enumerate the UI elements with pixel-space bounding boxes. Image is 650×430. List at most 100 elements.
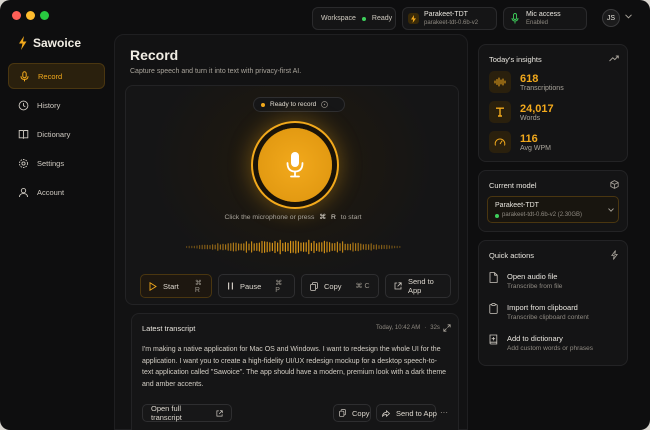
status-dot	[361, 16, 366, 21]
waveform-icon	[489, 71, 511, 93]
waveform-bar	[219, 244, 221, 250]
waveform-bar	[329, 242, 331, 252]
record-panel: Record Capture speech and turn it into t…	[114, 34, 468, 430]
sidebar-item-label: Dictionary	[37, 129, 71, 139]
quick-action-title: Add to dictionary	[507, 334, 563, 343]
pause-shortcut: ⌘ P	[275, 279, 283, 294]
sidebar-item-history[interactable]: History	[8, 92, 105, 118]
chevron-down-icon	[608, 208, 614, 212]
quick-action-title: Open audio file	[507, 272, 558, 281]
quick-action-add-dictionary[interactable]: Add to dictionary Add custom words or phr…	[489, 334, 593, 352]
sidebar-item-settings[interactable]: Settings	[8, 150, 105, 176]
waveform-bar	[238, 243, 240, 251]
waveform-bar	[245, 241, 247, 253]
ready-status-text: Ready to record	[270, 101, 317, 108]
transcript-heading: Latest transcript	[142, 324, 196, 333]
waveform-bar	[256, 242, 258, 251]
waveform-bar	[258, 242, 260, 252]
hint-key-cmd: ⌘	[319, 214, 327, 221]
waveform-bar	[399, 245, 401, 248]
waveform-bar	[323, 240, 325, 254]
insight-words: 24,017 Words	[489, 101, 554, 123]
waveform-bar	[336, 241, 338, 253]
start-button[interactable]: Start ⌘ R	[140, 274, 212, 298]
history-icon	[18, 100, 29, 111]
avatar-initials: JS	[606, 14, 616, 22]
play-icon	[149, 281, 157, 291]
app-name: Sawoice	[33, 36, 82, 50]
waveform-bar	[349, 243, 351, 251]
waveform-bar	[303, 242, 305, 252]
quick-action-open-file[interactable]: Open audio file Transcribe from file	[489, 272, 562, 290]
app-window: Workspace Ready Parakeet-TDT parakeet-td…	[0, 0, 650, 430]
transcript-meta: Today, 10:42 AM · 32s	[376, 325, 440, 331]
external-link-icon	[216, 409, 223, 417]
waveform-bar	[284, 242, 286, 252]
minimize-window-button[interactable]	[26, 11, 35, 20]
chevron-down-icon[interactable]	[625, 14, 632, 19]
quick-action-title: Import from clipboard	[507, 303, 578, 312]
waveform-bar	[277, 242, 279, 252]
transcript-copy-button[interactable]: Copy	[333, 404, 371, 422]
open-full-transcript-button[interactable]: Open full transcript	[142, 404, 232, 422]
waveform-bar	[297, 241, 299, 253]
workspace-status-pill[interactable]: Workspace Ready	[312, 7, 396, 30]
model-select-detail: parakeet-tdt-0.6b-v2 (2.30GB)	[502, 212, 583, 218]
waveform-bar	[339, 243, 341, 251]
sidebar-item-label: Record	[38, 71, 63, 81]
sidebar-item-dictionary[interactable]: Dictionary	[8, 121, 105, 147]
waveform-bar	[381, 244, 383, 250]
waveform-bar	[269, 242, 271, 252]
hint-text-end: to start	[340, 214, 362, 221]
app-brand: Sawoice	[18, 36, 81, 50]
waveform-bar	[326, 241, 328, 253]
waveform-bar	[225, 244, 227, 250]
copy-button[interactable]: Copy ⌘ C	[301, 274, 379, 298]
waveform-bar	[334, 243, 336, 251]
words-value: 24,017	[520, 102, 554, 115]
close-window-button[interactable]	[12, 11, 21, 20]
mic-access-pill[interactable]: Mic access Enabled	[503, 7, 587, 30]
workspace-label: Workspace	[321, 15, 356, 22]
model-pill[interactable]: Parakeet-TDT parakeet-tdt-0.6b-v2	[402, 7, 497, 30]
waveform-bar	[383, 245, 385, 249]
waveform-bar	[204, 244, 206, 250]
waveform-bar	[214, 244, 216, 250]
book-plus-icon	[489, 334, 498, 352]
status-dot	[495, 214, 499, 218]
title-bar: Workspace Ready Parakeet-TDT parakeet-td…	[0, 0, 650, 34]
waveform-bar	[347, 243, 349, 251]
transcript-send-button[interactable]: Send to App	[376, 404, 437, 422]
transcript-text: I'm making a native application for Mac …	[142, 346, 447, 388]
waveform-bar	[352, 242, 354, 252]
sidebar-item-record[interactable]: Record	[8, 63, 105, 89]
mic-icon	[285, 151, 305, 179]
avatar[interactable]: JS	[602, 9, 620, 27]
separator: ·	[424, 325, 427, 331]
clipboard-icon	[489, 303, 498, 321]
waveform-bar	[375, 244, 377, 250]
send-to-app-button[interactable]: Send to App	[385, 274, 451, 298]
waveform-bar	[232, 242, 234, 252]
trend-up-icon[interactable]	[609, 55, 619, 62]
sidebar-item-label: History	[37, 100, 61, 110]
waveform-bar	[305, 242, 307, 252]
pause-button[interactable]: Pause ⌘ P	[218, 274, 295, 298]
model-select[interactable]: Parakeet-TDT parakeet-tdt-0.6b-v2 (2.30G…	[487, 196, 619, 223]
quick-action-subtitle: Transcribe from file	[507, 283, 563, 290]
pause-icon	[227, 282, 234, 290]
waveform-bar	[253, 243, 255, 251]
waveform-bar	[206, 244, 208, 250]
quick-action-import-clipboard[interactable]: Import from clipboard Transcribe clipboar…	[489, 303, 589, 321]
zoom-window-button[interactable]	[40, 11, 49, 20]
info-icon[interactable]	[321, 101, 329, 108]
waveform-bar	[355, 243, 357, 251]
audio-waveform	[186, 239, 401, 255]
insight-wpm: 116 Avg WPM	[489, 131, 551, 153]
sidebar-item-account[interactable]: Account	[8, 179, 105, 205]
more-options-button[interactable]: ···	[440, 408, 448, 417]
wpm-value: 116	[520, 132, 538, 145]
expand-icon[interactable]	[443, 324, 451, 332]
microphone-button[interactable]	[258, 128, 332, 202]
start-label: Start	[163, 281, 179, 291]
